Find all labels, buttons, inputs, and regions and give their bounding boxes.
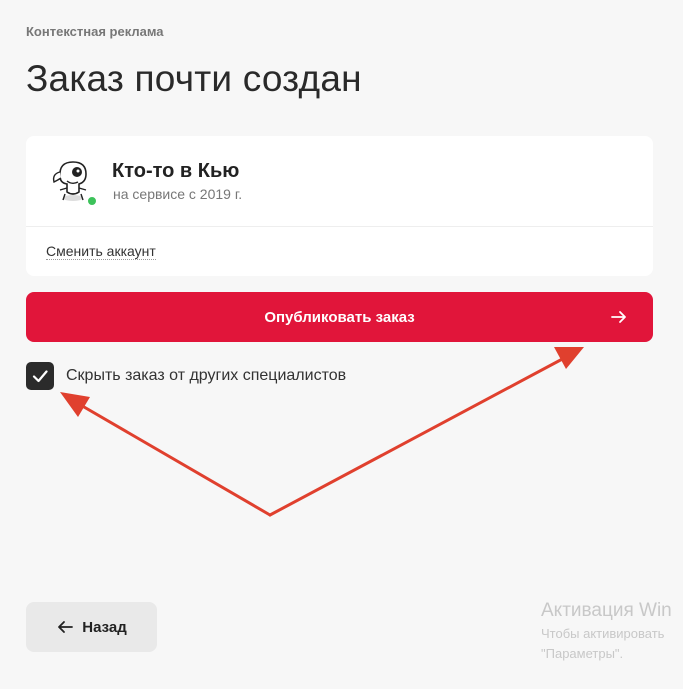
account-card: Кто-то в Кью на сервисе с 2019 г. Сменит… [26, 136, 653, 276]
switch-account-link[interactable]: Сменить аккаунт [46, 243, 156, 260]
account-name: Кто-то в Кью [112, 160, 240, 182]
breadcrumb: Контекстная реклама [26, 24, 164, 39]
publish-order-button[interactable]: Опубликовать заказ [26, 292, 653, 342]
checkmark-icon [32, 370, 48, 383]
publish-order-label: Опубликовать заказ [264, 308, 415, 326]
page-title: Заказ почти создан [26, 58, 362, 99]
activation-watermark-title: Активация Win [541, 600, 672, 621]
account-since: на сервисе с 2019 г. [113, 186, 243, 202]
arrow-left-icon [58, 621, 74, 633]
activation-watermark-line2: "Параметры". [541, 646, 624, 661]
back-button[interactable]: Назад [26, 602, 157, 652]
annotation-arrows [60, 347, 584, 517]
back-label: Назад [82, 618, 127, 636]
arrow-right-icon [611, 311, 626, 323]
hide-order-checkbox[interactable] [26, 362, 54, 390]
online-status-dot [87, 196, 97, 206]
card-divider [26, 226, 653, 227]
activation-watermark-line1: Чтобы активировать [541, 626, 665, 641]
hide-order-label[interactable]: Скрыть заказ от других специалистов [66, 367, 346, 385]
